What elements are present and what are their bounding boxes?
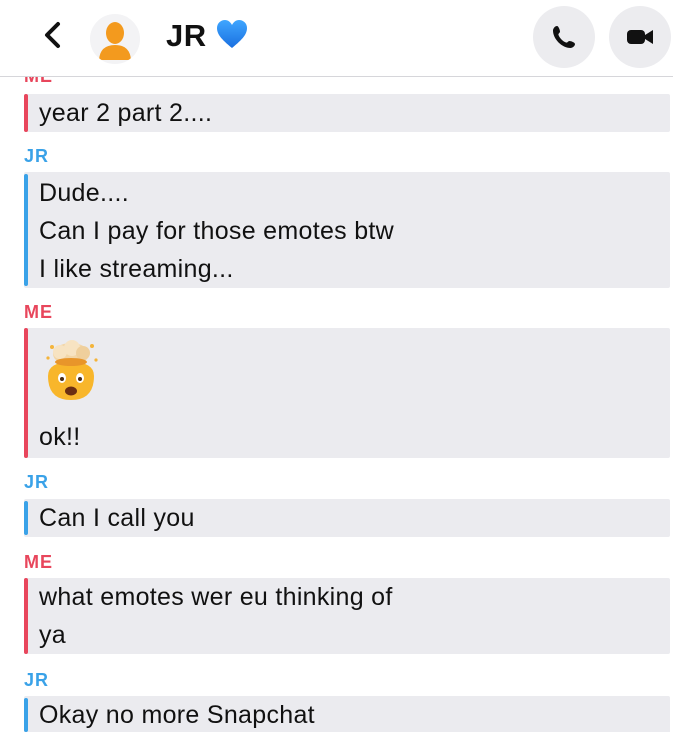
- message-text: year 2 part 2....: [39, 99, 213, 127]
- message-text: ok!!: [39, 423, 81, 451]
- video-call-button[interactable]: [609, 6, 671, 68]
- message-bubble[interactable]: Dude.... Can I pay for those emotes btw …: [24, 172, 670, 288]
- chat-thread: ME year 2 part 2.... JR Dude.... Can I p…: [0, 60, 673, 732]
- blue-heart-icon: [217, 20, 247, 48]
- sender-bar: [24, 578, 28, 654]
- message-bubble[interactable]: what emotes wer eu thinking of ya: [24, 578, 670, 654]
- message-text: ya: [39, 621, 67, 649]
- exploding-head-emoji: [38, 338, 104, 404]
- message-text: Okay no more Snapchat: [39, 701, 315, 729]
- bitmoji-placeholder-icon: [90, 14, 140, 64]
- message-text: Can I call you: [39, 504, 195, 532]
- message-text: what emotes wer eu thinking of: [39, 583, 393, 611]
- sender-label-me: ME: [24, 302, 53, 322]
- message-bubble[interactable]: Can I call you: [24, 499, 670, 537]
- sender-bar: [24, 501, 28, 535]
- chevron-left-icon[interactable]: [36, 18, 70, 52]
- sender-bar: [24, 174, 28, 286]
- message-text: Can I pay for those emotes btw: [39, 217, 395, 245]
- sender-bar: [24, 698, 28, 732]
- message-text: Dude....: [39, 179, 129, 207]
- avatar[interactable]: [90, 14, 140, 64]
- call-button[interactable]: [533, 6, 595, 68]
- sender-label-jr: JR: [24, 670, 50, 690]
- message-bubble[interactable]: ok!!: [24, 328, 670, 458]
- sender-label-jr: JR: [24, 146, 50, 166]
- contact-name[interactable]: JR: [166, 16, 207, 56]
- sender-bar: [24, 94, 28, 132]
- chat-header: JR: [0, 0, 673, 77]
- message-bubble[interactable]: year 2 part 2....: [24, 94, 670, 132]
- phone-icon: [553, 26, 575, 48]
- sender-bar: [24, 328, 28, 458]
- video-camera-icon: [627, 30, 653, 44]
- sender-label-me: ME: [24, 552, 53, 572]
- message-bubble[interactable]: Okay no more Snapchat: [24, 696, 670, 732]
- message-text: I like streaming...: [39, 255, 234, 283]
- sender-label-jr: JR: [24, 472, 50, 492]
